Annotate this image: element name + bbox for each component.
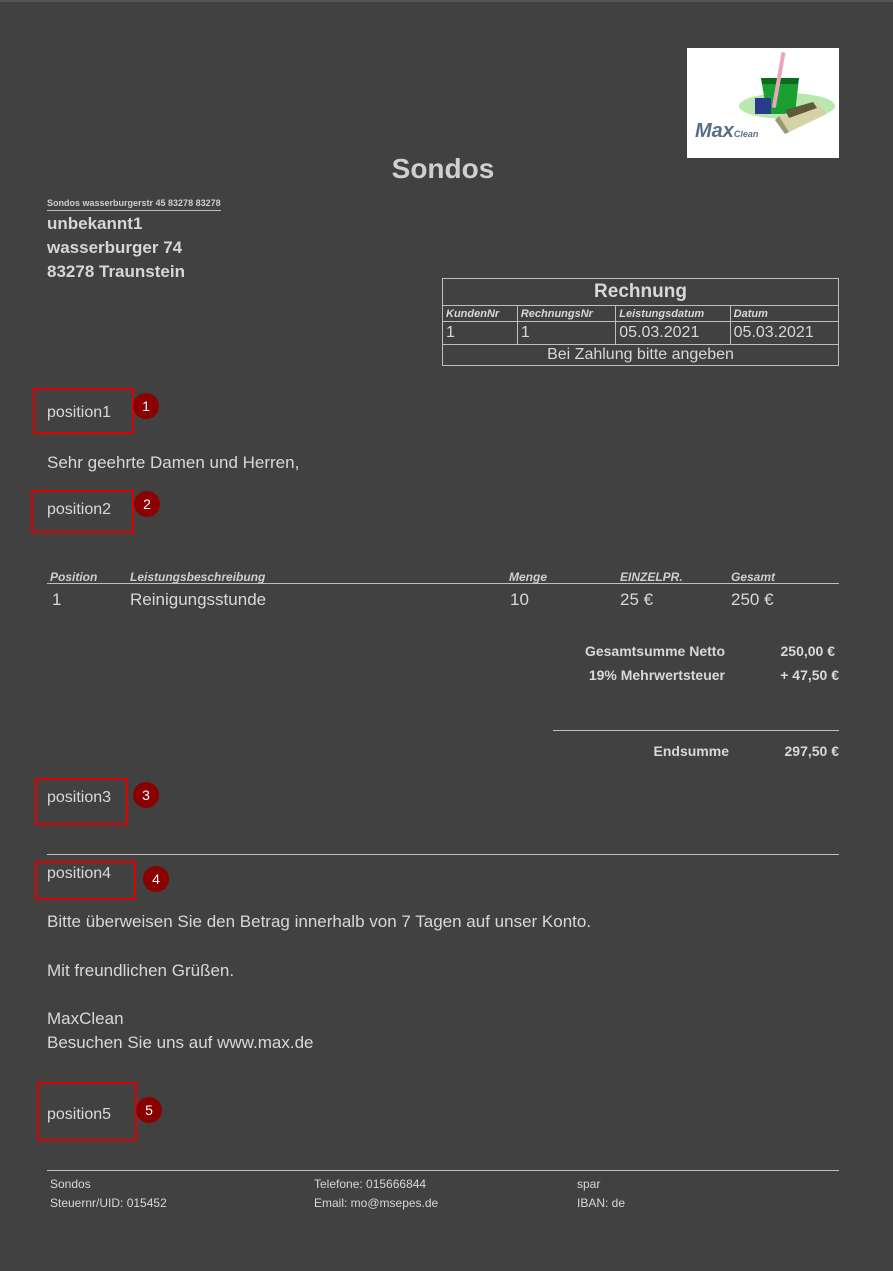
- position3-label[interactable]: position3: [47, 789, 111, 807]
- position2-label[interactable]: position2: [47, 501, 111, 519]
- marker-badge-4: 4: [143, 866, 169, 892]
- footer-divider: [47, 1170, 839, 1171]
- logo-text-max: Max: [695, 120, 734, 142]
- value-customer-no: 1: [442, 321, 518, 345]
- payment-instruction: Bitte überweisen Sie den Betrag innerhal…: [47, 912, 592, 931]
- row-unit-price: 25 €: [620, 590, 654, 609]
- invoice-info-box: Rechnung KundenNr RechnungsNr Leistungsd…: [442, 278, 840, 366]
- footer-company: Sondos: [50, 1177, 91, 1191]
- recipient-name: unbekannt1: [47, 214, 143, 233]
- row-position: 1: [52, 590, 62, 609]
- position1-label[interactable]: position1: [47, 404, 111, 422]
- marker-badge-1: 1: [133, 393, 159, 419]
- sender-address-line: Sondos wasserburgerstr 45 83278 83278: [47, 198, 221, 211]
- closing-text: Mit freundlichen Grüßen.: [47, 961, 235, 980]
- website-line: Besuchen Sie uns auf www.max.de: [47, 1033, 314, 1052]
- payment-reference-note: Bei Zahlung bitte angeben: [442, 344, 839, 366]
- value-service-date: 05.03.2021: [615, 321, 731, 345]
- col-header-quantity: Menge: [509, 570, 548, 584]
- document-title: Sondos: [391, 153, 495, 184]
- grand-total-value: 297,50 €: [784, 743, 840, 759]
- grand-total-label: Endsumme: [653, 743, 729, 759]
- logo-text-clean: Clean: [733, 129, 759, 139]
- marker-badge-2: 2: [134, 491, 160, 517]
- totals-divider: [553, 730, 839, 731]
- table-header-divider: [47, 583, 839, 584]
- recipient-street: wasserburger 74: [47, 238, 183, 257]
- row-description: Reinigungsstunde: [130, 590, 267, 609]
- col-header-total: Gesamt: [731, 570, 776, 584]
- footer-tax-id: Steuernr/UID: 015452: [50, 1196, 167, 1210]
- marker-badge-5: 5: [136, 1097, 162, 1123]
- invoice-heading: Rechnung: [442, 278, 839, 306]
- net-total-label: Gesamtsumme Netto: [584, 643, 725, 659]
- position4-label[interactable]: position4: [47, 865, 111, 883]
- label-service-date: Leistungsdatum: [615, 305, 731, 322]
- company-name: MaxClean: [47, 1009, 124, 1028]
- section-divider: [47, 854, 839, 855]
- vat-label: 19% Mehrwertsteuer: [588, 667, 725, 683]
- footer-phone: Telefone: 015666844: [314, 1177, 427, 1191]
- col-header-description: Leistungsbeschreibung: [130, 570, 266, 584]
- col-header-unit-price: EINZELPR.: [620, 570, 683, 584]
- footer-email: Email: mo@msepes.de: [314, 1196, 439, 1210]
- top-border: [0, 0, 893, 2]
- label-date: Datum: [729, 305, 840, 322]
- greeting-text: Sehr geehrte Damen und Herren,: [47, 453, 300, 472]
- row-total: 250 €: [731, 590, 774, 609]
- vat-value: + 47,50 €: [780, 667, 839, 683]
- col-header-position: Position: [50, 570, 98, 584]
- position5-label[interactable]: position5: [47, 1106, 111, 1124]
- footer-bank: spar: [577, 1177, 601, 1191]
- company-logo: MaxClean: [687, 48, 839, 158]
- row-quantity: 10: [510, 590, 529, 609]
- value-date: 05.03.2021: [729, 321, 840, 345]
- value-invoice-no: 1: [516, 321, 617, 345]
- marker-badge-3: 3: [133, 782, 159, 808]
- net-total-value: 250,00 €: [780, 643, 836, 659]
- label-invoice-no: RechnungsNr: [516, 305, 617, 322]
- label-customer-no: KundenNr: [442, 305, 518, 322]
- recipient-city: 83278 Traunstein: [47, 262, 185, 281]
- footer-iban: IBAN: de: [577, 1196, 626, 1210]
